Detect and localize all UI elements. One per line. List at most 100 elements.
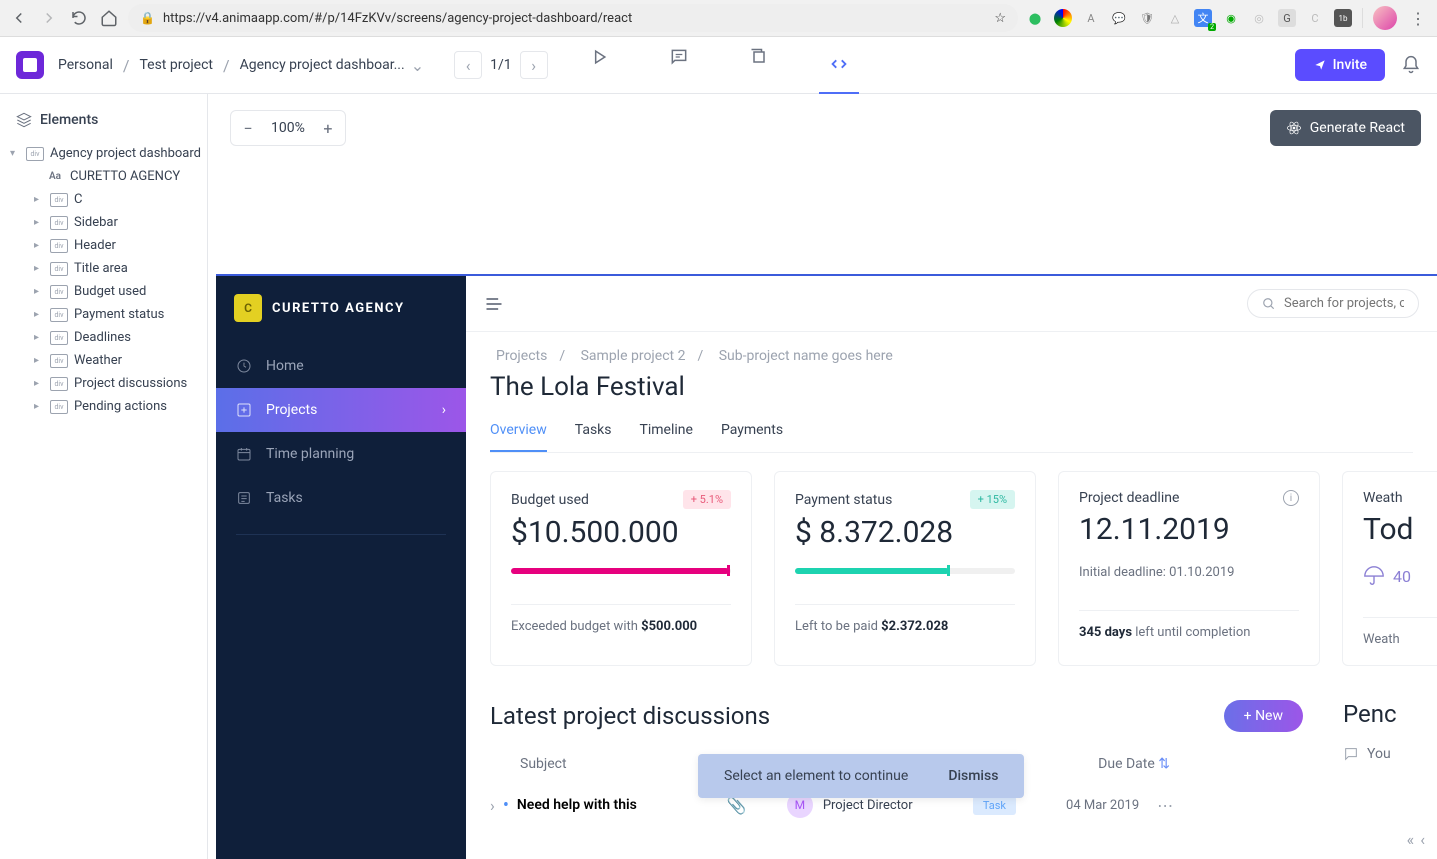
tree-item[interactable]: ▸divPending actions — [0, 395, 207, 418]
menu-toggle-icon[interactable] — [484, 294, 504, 314]
back-icon[interactable]: ‹ — [1420, 830, 1425, 849]
tree-item[interactable]: ▸divProject discussions — [0, 372, 207, 395]
react-icon — [1286, 120, 1302, 136]
ext-evernote-icon[interactable]: ⬤ — [1026, 9, 1044, 27]
center-tools — [579, 37, 859, 94]
collapse-icon[interactable]: « — [1407, 830, 1415, 849]
forward-icon[interactable] — [38, 7, 60, 29]
nav-tasks[interactable]: Tasks — [216, 476, 466, 520]
app-logo[interactable] — [16, 51, 44, 79]
home-icon[interactable] — [98, 7, 120, 29]
search-input[interactable] — [1247, 289, 1419, 318]
tabs: Overview Tasks Timeline Payments — [490, 412, 1413, 453]
chevron-down-icon[interactable]: ⌄ — [411, 56, 424, 75]
mockup-topbar — [466, 276, 1437, 332]
tree-item[interactable]: ▸divPayment status — [0, 303, 207, 326]
tree-root[interactable]: ▾ div Agency project dashboard — [0, 142, 207, 165]
tree-item[interactable]: ▸divC — [0, 188, 207, 211]
ext-chat-icon[interactable]: 💬 — [1110, 9, 1128, 27]
tab-overview[interactable]: Overview — [490, 412, 547, 452]
url-text: https://v4.animaapp.com/#/p/14FzKVv/scre… — [163, 11, 632, 26]
discussions-title: Latest project discussions — [490, 702, 770, 730]
invite-button[interactable]: Invite — [1295, 49, 1385, 81]
zoom-control: − 100% + — [230, 110, 346, 146]
back-icon[interactable] — [8, 7, 30, 29]
tree-item[interactable]: ▸divWeather — [0, 349, 207, 372]
card-weather: Weath Tod 40 Weath — [1342, 471, 1437, 666]
info-icon[interactable]: i — [1283, 490, 1299, 506]
canvas-area: − 100% + Generate React C CURETTO AGENCY… — [208, 94, 1437, 859]
ext-translate-icon[interactable]: 文2 — [1194, 9, 1212, 27]
ext-a-icon[interactable]: A — [1082, 9, 1100, 27]
zoom-out[interactable]: − — [231, 111, 265, 145]
ext-pinterest-icon[interactable]: ◉ — [1222, 9, 1240, 27]
new-discussion-button[interactable]: + New — [1224, 700, 1303, 732]
ext-c-icon[interactable]: C — [1306, 9, 1324, 27]
menu-icon[interactable]: ⋮ — [1407, 7, 1429, 29]
app-toolbar: Personal / Test project / Agency project… — [0, 37, 1437, 94]
bell-icon[interactable] — [1401, 55, 1421, 75]
nav: Home Projects › Time planning — [216, 344, 466, 535]
extensions: ⬤ A 💬 🛡 △ 文2 ◉ ◎ G C 1b ⋮ — [1026, 6, 1429, 30]
projects-icon — [236, 402, 252, 418]
calendar-icon — [236, 446, 252, 462]
umbrella-icon — [1363, 565, 1385, 587]
comment-icon[interactable] — [659, 37, 699, 77]
pager: ‹ 1/1 › — [454, 51, 548, 79]
badge: + 15% — [970, 490, 1015, 509]
reload-icon[interactable] — [68, 7, 90, 29]
nav-home[interactable]: Home — [216, 344, 466, 388]
elements-header[interactable]: Elements — [0, 106, 207, 142]
crumb-workspace[interactable]: Personal — [58, 57, 113, 73]
stat-cards: Budget used+ 5.1% $10.500.000 Exceeded b… — [490, 471, 1413, 666]
share-icon — [1313, 58, 1327, 72]
play-icon[interactable] — [579, 37, 619, 77]
nav-time-planning[interactable]: Time planning — [216, 432, 466, 476]
pager-text: 1/1 — [490, 57, 512, 73]
brand-name: CURETTO AGENCY — [272, 301, 405, 316]
pager-prev[interactable]: ‹ — [454, 51, 482, 79]
tasks-icon — [236, 490, 252, 506]
url-bar[interactable]: 🔒 https://v4.animaapp.com/#/p/14FzKVv/sc… — [128, 4, 1018, 32]
zoom-in[interactable]: + — [311, 111, 345, 145]
brand-logo: C — [234, 294, 262, 322]
ext-shield-icon[interactable]: 🛡 — [1138, 9, 1156, 27]
more-icon[interactable]: ⋯ — [1157, 796, 1173, 815]
tree-item[interactable]: ▸divHeader — [0, 234, 207, 257]
star-icon[interactable]: ☆ — [994, 11, 1006, 26]
tree-item[interactable]: ▸divDeadlines — [0, 326, 207, 349]
layers-icon — [16, 112, 32, 128]
profile-avatar[interactable] — [1373, 6, 1397, 30]
generate-react-button[interactable]: Generate React — [1270, 110, 1421, 146]
crumb-screen[interactable]: Agency project dashboar... — [240, 57, 405, 73]
tab-payments[interactable]: Payments — [721, 412, 783, 452]
pager-next[interactable]: › — [520, 51, 548, 79]
crumb-project[interactable]: Test project — [139, 57, 213, 73]
layers-icon[interactable] — [739, 37, 779, 77]
ext-1b-icon[interactable]: 1b — [1334, 9, 1352, 27]
ext-g-icon[interactable]: G — [1278, 9, 1296, 27]
breadcrumb: Projects/ Sample project 2/ Sub-project … — [490, 348, 1413, 364]
hint-tooltip: Select an element to continue Dismiss — [698, 754, 1024, 798]
tab-timeline[interactable]: Timeline — [640, 412, 693, 452]
browser-chrome: 🔒 https://v4.animaapp.com/#/p/14FzKVv/sc… — [0, 0, 1437, 37]
chevron-right-icon: › — [490, 796, 495, 815]
dismiss-button[interactable]: Dismiss — [948, 768, 998, 784]
tree-item[interactable]: ▸divBudget used — [0, 280, 207, 303]
caret-down-icon: ▾ — [10, 148, 20, 159]
nav-projects[interactable]: Projects › — [216, 388, 466, 432]
code-icon[interactable] — [819, 37, 859, 94]
search-icon — [1262, 297, 1276, 311]
mockup-sidebar: C CURETTO AGENCY Home Projects › — [216, 276, 466, 859]
ext-color-icon[interactable] — [1054, 9, 1072, 27]
tree-item[interactable]: ▸divSidebar — [0, 211, 207, 234]
progress-bar — [511, 568, 729, 574]
tree-item[interactable]: ▸divTitle area — [0, 257, 207, 280]
home-icon — [236, 358, 252, 374]
card-payment: Payment status+ 15% $ 8.372.028 Left to … — [774, 471, 1036, 666]
tree-item[interactable]: AaCURETTO AGENCY — [0, 165, 207, 188]
tab-tasks[interactable]: Tasks — [575, 412, 612, 452]
ext-circle-icon[interactable]: ◎ — [1250, 9, 1268, 27]
ext-drive-icon[interactable]: △ — [1166, 9, 1184, 27]
attachment-icon: 📎 — [727, 796, 747, 815]
